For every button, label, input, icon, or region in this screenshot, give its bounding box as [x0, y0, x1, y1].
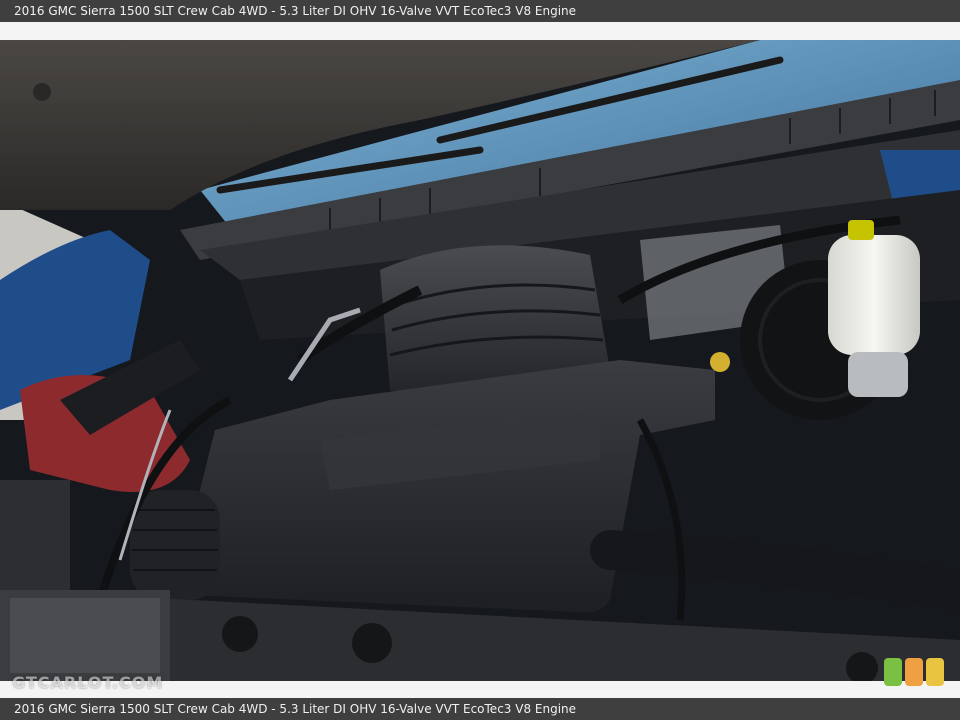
info-label [10, 598, 160, 673]
intake-tube [130, 490, 220, 600]
watermark: GTCARLOT.COM [12, 673, 164, 692]
badge-yellow [926, 658, 944, 686]
hood-bolt [33, 83, 51, 101]
oil-cap [710, 352, 730, 372]
support-hole-right [352, 623, 392, 663]
engine-photo [0, 40, 960, 681]
support-hole-left [222, 616, 258, 652]
engine-illustration [0, 40, 960, 681]
badge-green [884, 658, 902, 686]
badge-group [884, 658, 944, 686]
caption-bottom: 2016 GMC Sierra 1500 SLT Crew Cab 4WD - … [0, 698, 960, 720]
caption-top: 2016 GMC Sierra 1500 SLT Crew Cab 4WD - … [0, 0, 960, 22]
fuse-box [0, 480, 70, 590]
badge-orange [905, 658, 923, 686]
coolant-reservoir [828, 235, 920, 355]
